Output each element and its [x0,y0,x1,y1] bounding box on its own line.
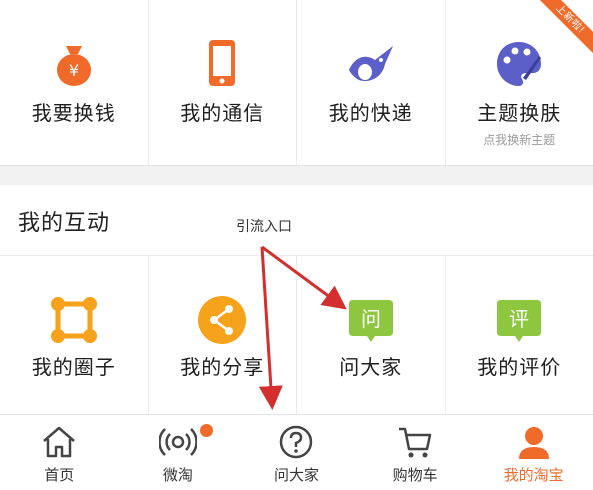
new-ribbon-label: 上新啦! [539,0,593,54]
grid-item-label: 我的评价 [477,355,562,379]
notification-dot [200,424,213,437]
grid-item-my-share[interactable]: 我的分享 [149,256,297,415]
grid-item-label: 我的分享 [180,355,265,379]
grid-item-label: 主题换肤 [477,101,562,125]
palette-icon [497,42,542,86]
grid-item-label: 我的圈子 [31,355,116,379]
grid-item-label: 问大家 [339,355,403,379]
tab-label: 微淘 [162,466,193,484]
svg-text:¥: ¥ [69,61,79,80]
bird-icon [348,46,393,82]
review-bubble-icon: 评 [497,300,542,342]
grid-item-my-circle[interactable]: 我的圈子 [0,256,149,415]
tab-label: 首页 [44,466,75,484]
tab-home[interactable]: 首页 [0,415,119,490]
grid-item-telecom[interactable]: 我的通信 [149,0,297,165]
grid-item-my-reviews[interactable]: 评 我的评价 [446,256,593,415]
circle-group-icon [50,297,97,343]
bottom-tabbar: 首页 微淘 问大家 购物车 我的淘宝 [0,414,593,490]
question-icon [280,425,313,459]
ask-badge-text: 问 [361,307,381,331]
grid-item-exchange[interactable]: ¥ 我要换钱 [0,0,149,165]
tab-ask-everyone[interactable]: 问大家 [237,415,356,490]
tab-label: 问大家 [273,466,319,484]
annotation-label: 引流入口 [236,219,292,235]
grid-item-ask-everyone[interactable]: 问 问大家 [297,256,446,415]
grid-item-label: 我要换钱 [31,101,116,125]
section-title: 我的互动 [18,211,111,236]
money-bag-icon: ¥ [56,46,91,86]
home-icon [43,426,76,458]
cart-icon [399,427,432,458]
tab-my-taobao[interactable]: 我的淘宝 [474,415,593,490]
grid-item-theme[interactable]: 主题换肤 点我换新主题 上新啦! [446,0,593,165]
grid-item-label: 我的快递 [328,101,413,125]
grid-item-delivery[interactable]: 我的快递 [297,0,446,165]
ask-bubble-icon: 问 [348,300,393,342]
broadcast-icon [158,428,197,456]
tab-cart[interactable]: 购物车 [356,415,475,490]
tab-weitao[interactable]: 微淘 [119,415,238,490]
phone-icon [209,40,236,86]
service-grid: ¥ 我要换钱 我的通信 我的快递 主题换肤 点我换新主题 上新啦! [0,0,593,166]
interaction-grid: 我的圈子 我的分享 问 问大家 评 我的评价 [0,255,593,415]
user-icon [518,427,549,459]
tab-label: 我的淘宝 [503,466,564,484]
grid-item-sublabel: 点我换新主题 [483,133,556,147]
review-badge-text: 评 [509,307,529,331]
share-icon [198,296,247,344]
grid-item-label: 我的通信 [180,101,265,125]
tab-label: 购物车 [392,466,438,484]
new-ribbon: 上新啦! [539,0,593,54]
